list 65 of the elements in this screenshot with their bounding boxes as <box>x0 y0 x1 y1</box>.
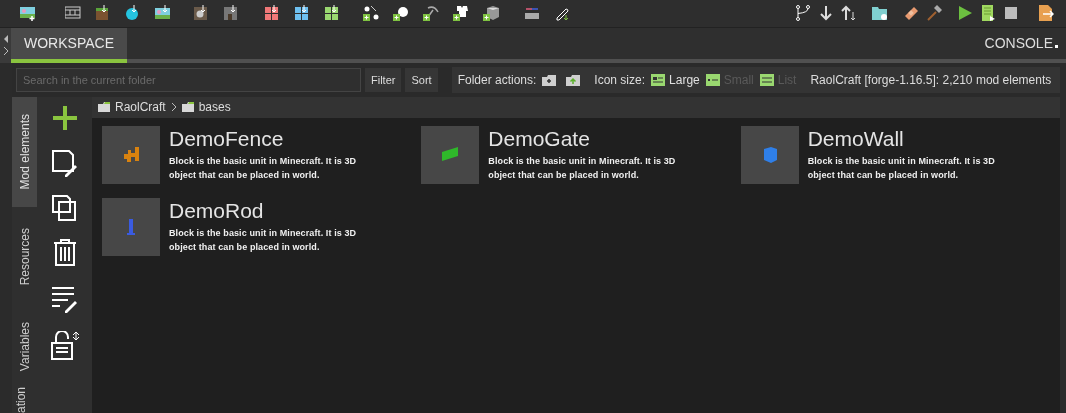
element-thumbnail[interactable] <box>102 197 160 256</box>
collapse-arrow-icon[interactable] <box>2 35 9 44</box>
breadcrumb-item[interactable]: bases <box>198 98 231 117</box>
folder-icon <box>98 102 110 113</box>
bandage-icon[interactable] <box>903 5 919 22</box>
run-icon[interactable] <box>957 5 973 22</box>
run-script-icon[interactable] <box>980 5 996 22</box>
workspace-info: RaolCraft [forge-1.16.5]: 2,210 mod elements <box>810 71 1052 89</box>
console-tab[interactable]: CONSOLE <box>984 32 1066 54</box>
down-arrow-icon[interactable] <box>818 5 834 22</box>
element-thumbnail[interactable] <box>421 125 480 184</box>
element-name: DemoGate <box>488 125 591 152</box>
element-description: Block is the basic unit in Minecraft. It is 3D object that can be placed in world. <box>169 154 358 182</box>
element-thumbnail[interactable] <box>102 125 160 184</box>
side-tab[interactable]: Variables <box>12 306 37 387</box>
toolbar-button[interactable]: Sort <box>405 67 438 92</box>
folder-icon <box>181 102 194 113</box>
icon-size-option[interactable]: Large <box>669 70 700 89</box>
sync-arrows-icon[interactable] <box>841 5 857 22</box>
tools-add-icon[interactable] <box>363 5 379 22</box>
element-name: DemoFence <box>169 125 285 152</box>
gem-import-icon[interactable] <box>125 5 141 22</box>
duplicate-icon[interactable] <box>51 194 78 221</box>
pen-icon[interactable] <box>554 5 570 22</box>
list-view-icon[interactable] <box>759 73 774 86</box>
image-import-icon[interactable] <box>155 5 171 22</box>
delete-icon[interactable] <box>52 238 77 267</box>
element-name: DemoRod <box>169 197 265 224</box>
pickaxe-add-icon[interactable] <box>423 5 439 22</box>
large-icons-icon[interactable] <box>651 73 666 86</box>
image-add-icon[interactable] <box>20 5 36 22</box>
blob-add-icon[interactable] <box>393 5 409 22</box>
stop-icon[interactable] <box>1003 5 1019 22</box>
folder-actions-label: Folder actions: <box>457 71 537 89</box>
export-icon[interactable] <box>1038 5 1054 22</box>
element-description: Block is the basic unit in Minecraft. It is 3D object that can be placed in world. <box>169 226 358 254</box>
block-import-icon[interactable] <box>95 5 111 22</box>
panes-import-icon[interactable] <box>324 5 340 22</box>
branch-icon[interactable] <box>795 5 811 22</box>
folder-upload-icon[interactable] <box>566 73 581 86</box>
grid-import-icon[interactable] <box>264 5 280 22</box>
cube-add-icon[interactable] <box>483 5 499 22</box>
add-icon[interactable] <box>51 104 78 131</box>
element-description: Block is the basic unit in Minecraft. It is 3D object that can be placed in world. <box>807 154 996 182</box>
element-thumbnail[interactable] <box>740 125 799 184</box>
chevron-icon <box>170 102 177 113</box>
edit-icon[interactable] <box>50 148 79 177</box>
side-tab[interactable]: Resources <box>12 206 37 307</box>
tiles-import-icon[interactable] <box>294 5 310 22</box>
armor-add-icon[interactable] <box>453 5 469 22</box>
film-add-icon[interactable] <box>65 5 81 22</box>
breadcrumb-item[interactable]: RaolCraft <box>115 98 166 117</box>
small-icons-icon[interactable] <box>705 73 720 86</box>
lock-icon[interactable] <box>50 330 79 361</box>
structure-import-icon[interactable] <box>223 5 239 22</box>
side-tab[interactable]: Mod elements <box>12 96 37 207</box>
icon-size-label: Icon size: <box>594 71 646 89</box>
hammer-icon[interactable] <box>926 5 942 22</box>
new-folder-icon[interactable] <box>542 73 557 86</box>
side-tab[interactable]: ation <box>12 386 37 413</box>
toolbar-button[interactable]: Filter <box>365 67 402 92</box>
element-description: Block is the basic unit in Minecraft. It is 3D object that can be placed in world. <box>488 154 677 182</box>
element-name: DemoWall <box>807 125 905 152</box>
workspace-tab[interactable]: WORKSPACE <box>11 27 127 59</box>
edit-list-icon[interactable] <box>50 284 79 313</box>
